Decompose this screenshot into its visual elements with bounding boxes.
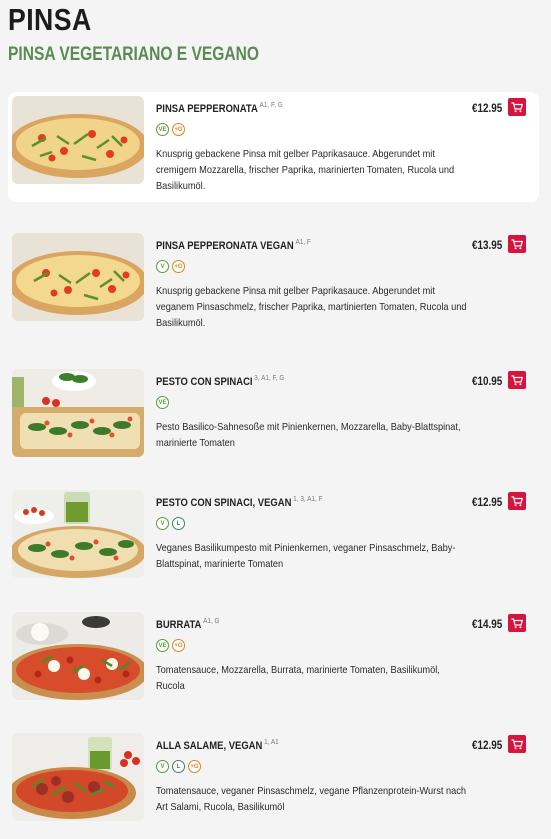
- plus-badge-icon: +G: [172, 639, 185, 652]
- item-name: BURRATA A1, G: [156, 616, 220, 631]
- diet-badges: VE +G: [156, 639, 185, 652]
- diet-badges: V +G: [156, 260, 185, 273]
- vegan-badge-icon: V: [156, 517, 169, 530]
- allergen-codes: 3, A1, F, G: [254, 373, 285, 382]
- pinsa-pepperonata-photo[interactable]: [12, 96, 144, 184]
- shopping-cart-icon: [511, 738, 523, 749]
- vegetarian-badge-icon: VE: [156, 639, 169, 652]
- menu-item[interactable]: PESTO CON SPINACI, VEGAN 1, 3, A1, F V L …: [8, 486, 539, 596]
- add-to-cart-button[interactable]: [508, 235, 526, 253]
- menu-item[interactable]: PINSA PEPPERONATA A1, F, G VE +G Knusprig…: [8, 92, 539, 202]
- menu-item[interactable]: PESTO CON SPINACI 3, A1, F, G VE Pesto Ba…: [8, 365, 539, 475]
- shopping-cart-icon: [511, 374, 523, 385]
- allergen-codes: 1, A1: [264, 737, 279, 746]
- add-to-cart-button[interactable]: [508, 492, 526, 510]
- item-price: €13.95: [472, 240, 503, 252]
- pesto-con-spinaci-photo[interactable]: [12, 369, 144, 457]
- item-description: Knusprig gebackene Pinsa mit gelber Papr…: [156, 148, 455, 192]
- allergen-codes: A1, G: [203, 616, 220, 625]
- item-price: €12.95: [472, 740, 503, 752]
- menu-item[interactable]: ALLA SALAME, VEGAN 1, A1 V L +G Tomatensa…: [8, 729, 539, 839]
- item-name: PESTO CON SPINACI, VEGAN 1, 3, A1, F: [156, 494, 323, 509]
- diet-badges: VE +G: [156, 123, 185, 136]
- pesto-con-spinaci-vegan-photo[interactable]: [12, 490, 144, 578]
- item-price: €14.95: [472, 619, 503, 631]
- shopping-cart-icon: [511, 617, 523, 628]
- vegetarian-badge-icon: VE: [156, 123, 169, 136]
- burrata-photo[interactable]: [12, 612, 144, 700]
- menu-item[interactable]: BURRATA A1, G VE +G Tomatensauce, Mozzare…: [8, 608, 539, 718]
- item-name: PINSA PEPPERONATA VEGAN A1, F: [156, 237, 311, 252]
- menu-item[interactable]: PINSA PEPPERONATA VEGAN A1, F V +G Knuspr…: [8, 229, 539, 339]
- shopping-cart-icon: [511, 238, 523, 249]
- plus-badge-icon: +G: [188, 760, 201, 773]
- vegan-badge-icon: V: [156, 760, 169, 773]
- item-description: Veganes Basilikumpesto mit Pinienkernen,…: [156, 542, 456, 570]
- alla-salame-vegan-photo[interactable]: [12, 733, 144, 821]
- page-title: PINSA: [8, 2, 92, 37]
- plus-badge-icon: +G: [172, 123, 185, 136]
- plus-badge-icon: +G: [172, 260, 185, 273]
- menu-page: PINSA PINSA VEGETARIANO E VEGANO PINSA P…: [0, 0, 551, 828]
- allergen-codes: 1, 3, A1, F: [293, 494, 323, 503]
- item-description: Tomatensauce, Mozzarella, Burrata, marin…: [156, 664, 440, 692]
- item-name: PESTO CON SPINACI 3, A1, F, G: [156, 373, 285, 388]
- add-to-cart-button[interactable]: [508, 98, 526, 116]
- item-name: ALLA SALAME, VEGAN 1, A1: [156, 737, 279, 752]
- diet-badges: V L +G: [156, 760, 201, 773]
- item-price: €12.95: [472, 103, 503, 115]
- item-description: Tomatensauce, veganer Pinsaschmelz, vega…: [156, 785, 467, 813]
- item-price: €12.95: [472, 497, 503, 509]
- allergen-codes: A1, F, G: [259, 100, 283, 109]
- diet-badges: VE: [156, 396, 169, 409]
- item-name: PINSA PEPPERONATA A1, F, G: [156, 100, 283, 115]
- diet-badges: V L: [156, 517, 185, 530]
- add-to-cart-button[interactable]: [508, 371, 526, 389]
- item-description: Knusprig gebackene Pinsa mit gelber Papr…: [156, 285, 467, 329]
- shopping-cart-icon: [511, 495, 523, 506]
- lactose-free-badge-icon: L: [172, 517, 185, 530]
- item-price: €10.95: [472, 376, 503, 388]
- add-to-cart-button[interactable]: [508, 614, 526, 632]
- vegan-badge-icon: V: [156, 260, 169, 273]
- shopping-cart-icon: [511, 101, 523, 112]
- lactose-free-badge-icon: L: [172, 760, 185, 773]
- section-title: PINSA VEGETARIANO E VEGANO: [8, 44, 260, 65]
- pinsa-pepperonata-vegan-photo[interactable]: [12, 233, 144, 321]
- item-description: Pesto Basilico-Sahnesoße mit Pinienkerne…: [156, 421, 461, 449]
- add-to-cart-button[interactable]: [508, 735, 526, 753]
- allergen-codes: A1, F: [295, 237, 311, 246]
- vegetarian-badge-icon: VE: [156, 396, 169, 409]
